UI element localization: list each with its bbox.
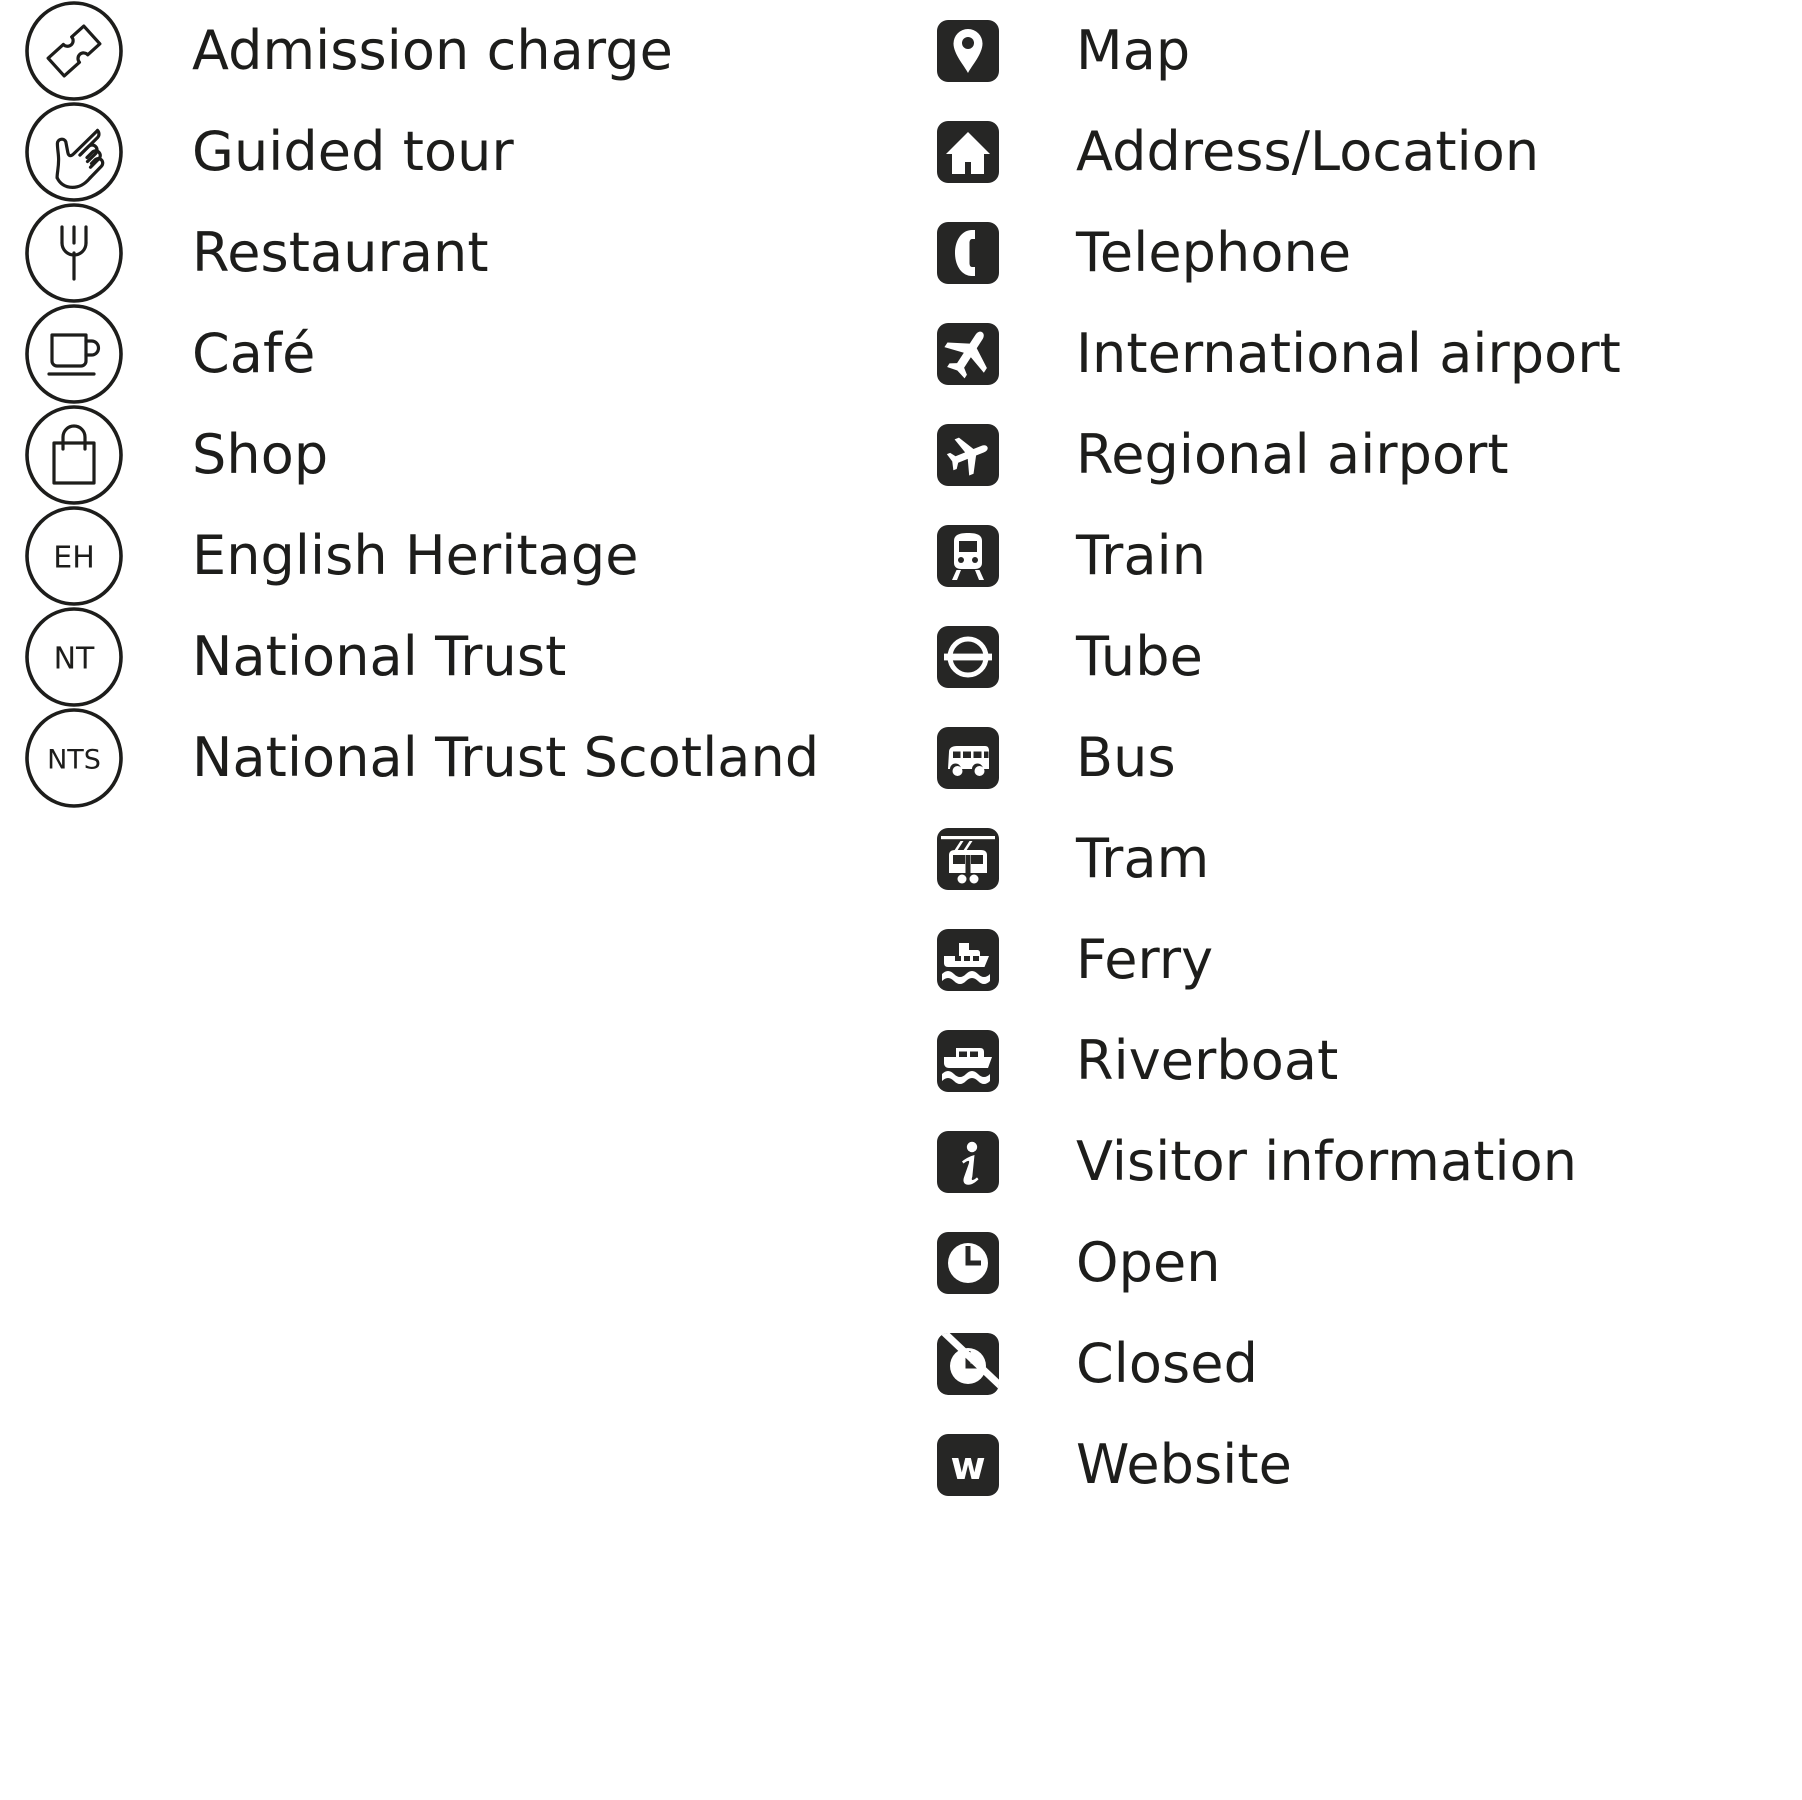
telephone-icon <box>936 202 1000 303</box>
legend-label: Ferry <box>1076 927 1214 991</box>
english-heritage-initials: EH <box>53 540 95 575</box>
legend-row-train[interactable]: Train <box>932 505 1792 606</box>
legend-row-telephone[interactable]: Telephone <box>932 202 1792 303</box>
legend-row-restaurant[interactable]: Restaurant <box>22 202 882 303</box>
legend-row-address-location[interactable]: Address/Location <box>932 101 1792 202</box>
legend-row-riverboat[interactable]: Riverboat <box>932 1010 1792 1111</box>
legend-label: Visitor information <box>1076 1129 1578 1193</box>
legend-row-map[interactable]: Map <box>932 0 1792 101</box>
legend-row-shop[interactable]: Shop <box>22 404 882 505</box>
legend-row-guided-tour[interactable]: Guided tour <box>22 101 882 202</box>
legend-label: Tube <box>1076 624 1203 688</box>
legend-row-website[interactable]: w Website <box>932 1414 1792 1515</box>
legend-label: Restaurant <box>192 220 489 284</box>
legend-label: International airport <box>1076 321 1621 385</box>
legend-row-visitor-information[interactable]: Visitor information <box>932 1111 1792 1212</box>
national-trust-scotland-icon: NTS <box>22 707 126 808</box>
legend-label: Train <box>1076 523 1207 587</box>
fork-icon <box>22 202 126 303</box>
legend-label: Open <box>1076 1230 1221 1294</box>
english-heritage-icon: EH <box>22 505 126 606</box>
legend-column-left: Admission charge Guided tour Restaurant … <box>22 0 882 808</box>
coffee-cup-icon <box>22 303 126 404</box>
shopping-bag-icon <box>22 404 126 505</box>
ticket-icon <box>22 0 126 101</box>
legend-label: Shop <box>192 422 329 486</box>
clock-closed-icon <box>936 1313 1000 1414</box>
legend-label: English Heritage <box>192 523 639 587</box>
national-trust-icon: NT <box>22 606 126 707</box>
legend-label: Telephone <box>1076 220 1352 284</box>
map-pin-icon <box>936 0 1000 101</box>
legend-row-regional-airport[interactable]: Regional airport <box>932 404 1792 505</box>
legend-row-national-trust[interactable]: NT National Trust <box>22 606 882 707</box>
legend-row-cafe[interactable]: Café <box>22 303 882 404</box>
regional-airport-icon <box>936 404 1000 505</box>
legend-row-international-airport[interactable]: International airport <box>932 303 1792 404</box>
tram-icon <box>936 808 1000 909</box>
tube-roundel-icon <box>936 606 1000 707</box>
home-icon <box>936 101 1000 202</box>
international-airport-icon <box>936 303 1000 404</box>
legend-row-bus[interactable]: Bus <box>932 707 1792 808</box>
legend-row-tube[interactable]: Tube <box>932 606 1792 707</box>
legend-row-tram[interactable]: Tram <box>932 808 1792 909</box>
riverboat-icon <box>936 1010 1000 1111</box>
legend-label: Admission charge <box>192 18 673 82</box>
legend-label: Closed <box>1076 1331 1258 1395</box>
ferry-icon <box>936 909 1000 1010</box>
information-icon <box>936 1111 1000 1212</box>
legend-label: National Trust <box>192 624 567 688</box>
legend-root: Admission charge Guided tour Restaurant … <box>0 0 1802 1800</box>
legend-label: Tram <box>1076 826 1210 890</box>
clock-open-icon <box>936 1212 1000 1313</box>
legend-label: Website <box>1076 1432 1292 1496</box>
national-trust-initials: NT <box>54 641 95 676</box>
legend-label: Map <box>1076 18 1191 82</box>
legend-label: Address/Location <box>1076 119 1540 183</box>
bus-icon <box>936 707 1000 808</box>
national-trust-scotland-initials: NTS <box>47 744 101 775</box>
website-glyph: w <box>950 1444 985 1488</box>
train-icon <box>936 505 1000 606</box>
legend-label: Bus <box>1076 725 1176 789</box>
legend-label: Regional airport <box>1076 422 1509 486</box>
legend-column-right: Map Address/Location Telephone Internati… <box>932 0 1792 1515</box>
pointing-hand-icon <box>22 101 126 202</box>
legend-row-open[interactable]: Open <box>932 1212 1792 1313</box>
legend-label: National Trust Scotland <box>192 725 820 789</box>
legend-row-admission-charge[interactable]: Admission charge <box>22 0 882 101</box>
legend-row-ferry[interactable]: Ferry <box>932 909 1792 1010</box>
legend-label: Guided tour <box>192 119 514 183</box>
legend-row-national-trust-scotland[interactable]: NTS National Trust Scotland <box>22 707 882 808</box>
legend-row-english-heritage[interactable]: EH English Heritage <box>22 505 882 606</box>
legend-row-closed[interactable]: Closed <box>932 1313 1792 1414</box>
website-icon: w <box>936 1414 1000 1515</box>
legend-label: Riverboat <box>1076 1028 1339 1092</box>
legend-label: Café <box>192 321 316 385</box>
